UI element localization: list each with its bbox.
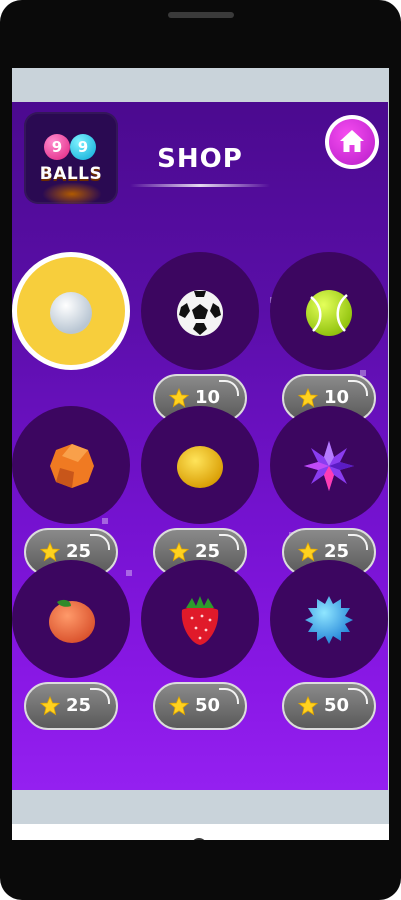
shop-screen: 9 9 BALLS SHOP 10 10 25 25 25 25 50 50	[12, 102, 388, 790]
star-icon	[40, 542, 60, 562]
home-button-face	[329, 119, 375, 165]
price-amount: 10	[324, 387, 350, 408]
price-amount: 25	[195, 541, 221, 562]
price-amount: 25	[66, 695, 92, 716]
spiky-blue-ball-icon	[305, 596, 353, 644]
soccer-ball-icon	[177, 290, 223, 336]
star-icon	[169, 542, 189, 562]
title-underline	[130, 184, 270, 187]
strawberry-icon	[181, 596, 219, 645]
price-amount: 25	[66, 541, 92, 562]
pill-shine	[90, 688, 110, 704]
price-amount: 25	[324, 541, 350, 562]
lemon-icon	[177, 446, 223, 488]
price-amount: 50	[195, 695, 221, 716]
star-icon	[298, 388, 318, 408]
phone-frame: 9 9 BALLS SHOP 10 10 25 25 25 25 50 50	[0, 0, 401, 900]
pill-shine	[219, 534, 239, 550]
star-icon	[298, 696, 318, 716]
logo-digit-ball: 9	[44, 134, 70, 160]
game-logo: 9 9 BALLS	[24, 112, 118, 204]
star-icon	[169, 696, 189, 716]
spiky-star-icon	[304, 441, 354, 491]
price-amount: 50	[324, 695, 350, 716]
orange-icon	[50, 444, 94, 488]
pill-shine	[348, 380, 368, 396]
pill-shine	[219, 688, 239, 704]
pill-shine	[219, 380, 239, 396]
price-button[interactable]: 50	[282, 682, 376, 730]
particle	[126, 570, 132, 576]
price-button[interactable]: 25	[24, 682, 118, 730]
tennis-ball-icon	[306, 290, 352, 336]
price-button[interactable]: 50	[153, 682, 247, 730]
logo-glow	[42, 182, 102, 204]
page-title: SHOP	[157, 144, 243, 174]
peach-icon	[49, 599, 95, 643]
screen: 9 9 BALLS SHOP 10 10 25 25 25 25 50 50	[12, 68, 389, 840]
speaker-grille	[168, 12, 234, 18]
white-ball-icon	[50, 292, 92, 334]
home-button[interactable]	[325, 115, 379, 169]
star-icon	[40, 696, 60, 716]
star-icon	[298, 542, 318, 562]
pill-shine	[348, 534, 368, 550]
home-nav-icon[interactable]	[191, 838, 207, 840]
star-icon	[169, 388, 189, 408]
pill-shine	[348, 688, 368, 704]
logo-text: BALLS	[39, 164, 103, 184]
pill-shine	[90, 534, 110, 550]
android-nav-bar	[12, 824, 389, 840]
home-icon	[340, 130, 364, 152]
logo-digit-ball: 9	[70, 134, 96, 160]
price-amount: 10	[195, 387, 221, 408]
particle	[102, 518, 108, 524]
